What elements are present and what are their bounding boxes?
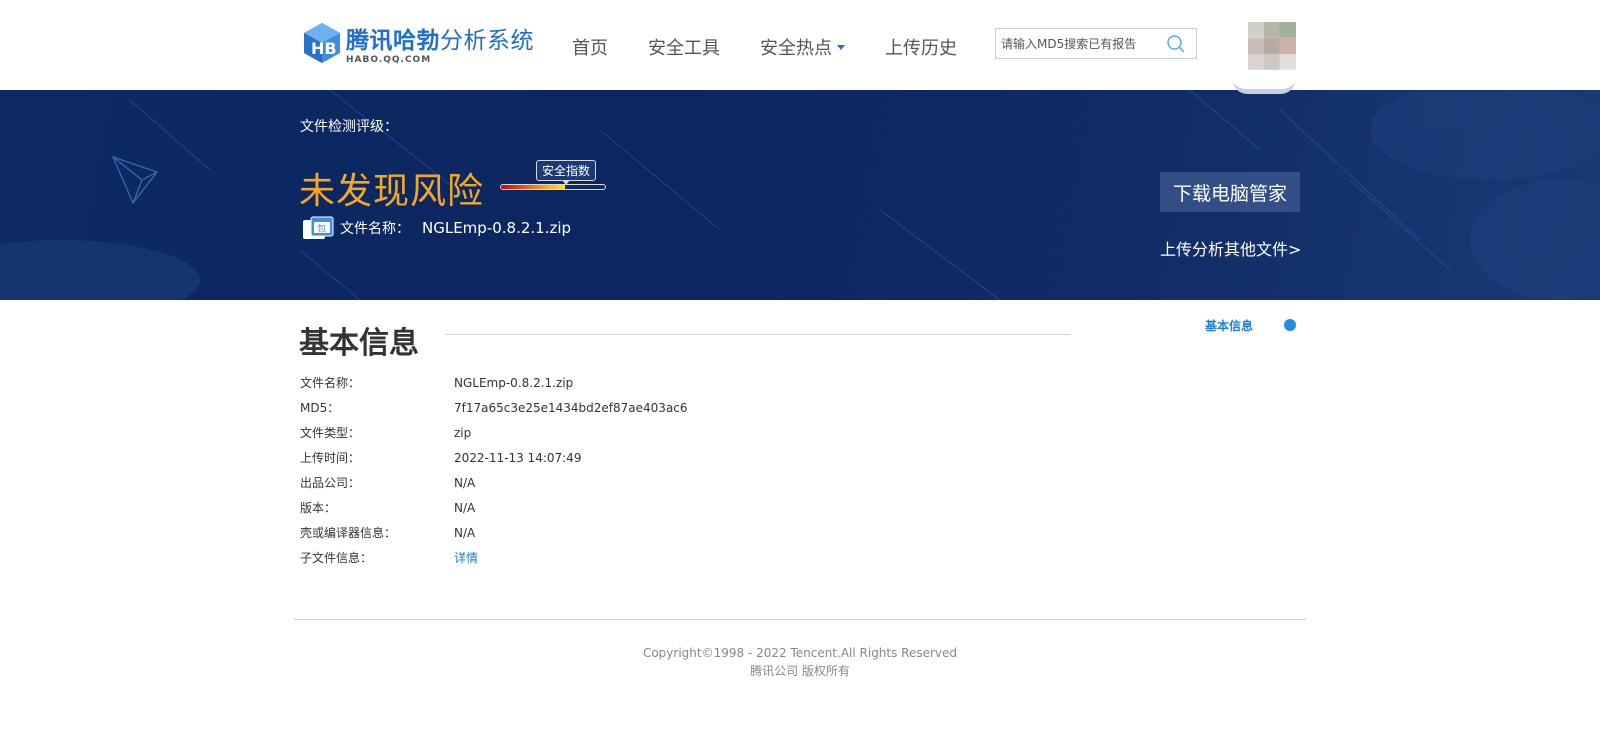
safety-gauge [500,184,606,190]
info-row-subfiles: 子文件信息： 详情 [300,545,688,570]
basic-info-table: 文件名称： NGLEmp-0.8.2.1.zip MD5： 7f17a65c3e… [300,370,688,570]
search-box [995,28,1197,59]
search-input[interactable] [996,29,1164,58]
section-title-basic-info: 基本信息 [299,326,419,361]
zip-file-icon: 包 [303,216,334,239]
info-key: 壳或编译器信息： [300,526,397,540]
info-value: N/A [454,475,476,490]
info-value: 2022-11-13 14:07:49 [454,450,582,465]
info-value: NGLEmp-0.8.2.1.zip [454,375,574,390]
side-nav-dot[interactable] [1284,319,1296,331]
svg-text:HB: HB [311,39,337,58]
habo-logo-icon: HB [304,23,340,63]
nav-security-hotspots[interactable]: 安全热点 [760,34,845,60]
brand-title: 腾讯哈勃分析系统 [346,28,534,54]
hero-file-row: 包 文件名称： NGLEmp-0.8.2.1.zip [302,216,571,240]
search-icon[interactable] [1166,34,1186,54]
info-row-packer: 壳或编译器信息： N/A [300,520,688,545]
safety-gauge-fill [501,185,566,189]
avatar-arc [1233,80,1295,94]
info-row-md5: MD5： 7f17a65c3e25e1434bd2ef87ae403ac6 [300,395,688,420]
nav-security-hotspots-label: 安全热点 [760,38,832,59]
info-row-file-type: 文件类型： zip [300,420,688,445]
upload-other-file-link[interactable]: 上传分析其他文件> [1160,236,1301,260]
nav-upload-history[interactable]: 上传历史 [885,34,957,60]
info-value: N/A [454,500,476,515]
info-key: 文件类型： [300,426,361,440]
info-value: N/A [454,525,476,540]
copyright: Copyright©1998 - 2022 Tencent.All Rights… [642,646,958,660]
risk-rating: 未发现风险 [299,171,485,212]
logo-text: 腾讯哈勃分析系统 HABO.QQ.COM [346,28,534,65]
svg-text:包: 包 [317,223,326,235]
logo[interactable]: HB 腾讯哈勃分析系统 HABO.QQ.COM [302,22,534,72]
info-row-upload-time: 上传时间： 2022-11-13 14:07:49 [300,445,688,470]
download-pc-manager-button[interactable]: 下载电脑管家 [1160,172,1300,212]
nav-home[interactable]: 首页 [572,34,608,60]
rating-label: 文件检测评级： [300,119,398,135]
info-row-publisher: 出品公司： N/A [300,470,688,495]
info-value: zip [454,425,472,440]
hero-banner: 文件检测评级： 未发现风险 安全指数 包 文件名称： NGLEmp-0.8.2.… [0,90,1600,300]
info-key: 子文件信息： [300,551,373,565]
info-key: 出品公司： [300,476,361,490]
info-key: 文件名称： [300,376,361,390]
caret-down-icon [837,44,845,50]
brand-subtitle: HABO.QQ.COM [346,55,432,65]
main-nav: 首页 安全工具 安全热点 上传历史 [572,34,997,60]
subfile-details-link[interactable]: 详情 [454,549,478,566]
section-divider [445,334,1070,335]
copyright-cn: 腾讯公司 版权所有 [750,664,850,678]
nav-security-tools[interactable]: 安全工具 [648,34,720,60]
info-row-version: 版本： N/A [300,495,688,520]
hero-file-label: 文件名称： [340,221,410,237]
info-key: 版本： [300,501,337,515]
info-row-file-name: 文件名称： NGLEmp-0.8.2.1.zip [300,370,688,395]
footer-divider [294,619,1306,620]
info-key: 上传时间： [300,451,361,465]
hero-decoration [0,90,1600,300]
avatar[interactable] [1248,22,1296,70]
hero-file-name: NGLEmp-0.8.2.1.zip [422,219,572,237]
gauge-tooltip: 安全指数 [536,160,597,185]
info-value: 7f17a65c3e25e1434bd2ef87ae403ac6 [454,400,688,415]
info-key: MD5： [300,401,340,415]
header: HB 腾讯哈勃分析系统 HABO.QQ.COM 首页 安全工具 安全热点 上传历… [0,0,1600,94]
side-nav-basic-info[interactable]: 基本信息 [1205,317,1253,334]
